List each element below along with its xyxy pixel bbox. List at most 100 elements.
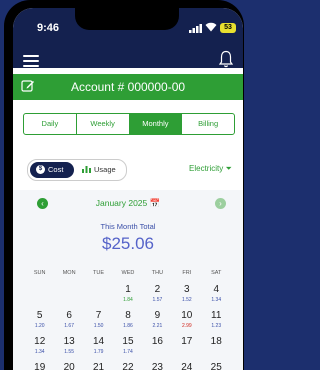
day-cost: 1.74: [123, 349, 133, 355]
calendar-day-cell[interactable]: 24: [172, 362, 201, 370]
day-number: 25: [210, 362, 222, 370]
day-number: 11: [211, 310, 222, 321]
day-cost: 2.99: [181, 323, 192, 329]
day-cost: 1.55: [64, 349, 74, 355]
day-number: 13: [63, 336, 75, 347]
calendar-day-cell[interactable]: 13 1.55: [54, 336, 83, 362]
wifi-icon: [205, 22, 217, 32]
calendar-day-cell[interactable]: 23: [143, 362, 172, 370]
day-number: 7: [95, 310, 102, 321]
month-total-value: $25.06: [102, 234, 154, 253]
calendar-day-cell[interactable]: 17: [172, 336, 201, 362]
calendar-day-cell[interactable]: 25: [202, 362, 231, 370]
calendar-week-row: 5 1.20 6 1.67 7 1.50 8 1.86 9 2.21 10 2.99 11 1.23: [25, 310, 231, 336]
day-number: 17: [181, 336, 193, 347]
tab-billing[interactable]: Billing: [182, 114, 234, 134]
day-number: 2: [154, 284, 161, 295]
day-number: 6: [66, 310, 72, 321]
weekday-label: FRI: [182, 270, 192, 276]
app-screen: 9:46 53 Account # 000000-00 Daily Weekly…: [13, 8, 243, 370]
bell-icon[interactable]: [219, 50, 233, 68]
day-cost: 1.23: [211, 323, 222, 329]
calendar-grid: 1 1.84 2 1.57 3 1.52 4 1.34 5 1.20 6 1.67 7 1.50 8 1.86…: [25, 284, 231, 370]
dollar-icon: $: [36, 164, 45, 174]
day-cost: 2.21: [152, 323, 163, 329]
tab-daily[interactable]: Daily: [24, 114, 77, 134]
day-cost: 1.20: [34, 323, 45, 329]
period-tabs: Daily Weekly Monthly Billing: [23, 113, 235, 135]
account-title[interactable]: Account # 000000-00: [13, 80, 243, 94]
day-number: 24: [181, 362, 193, 370]
day-cost: 1.52: [181, 297, 192, 303]
calendar-day-cell[interactable]: 9 2.21: [143, 310, 172, 336]
calendar-day-cell[interactable]: 16: [143, 336, 172, 362]
usage-label: Usage: [94, 165, 116, 174]
day-cost: 1.34: [211, 297, 222, 303]
calendar-day-cell[interactable]: 8 1.86: [113, 310, 142, 336]
calendar-day-cell[interactable]: 20: [54, 362, 83, 370]
calendar-day-cell[interactable]: 2 1.57: [143, 284, 172, 310]
calendar-day-cell[interactable]: 10 2.99: [172, 310, 201, 336]
day-number: 10: [181, 310, 193, 321]
weekday-label: SUN: [33, 270, 46, 276]
calendar-day-cell[interactable]: 15 1.74: [113, 336, 142, 362]
day-cost: 1.67: [64, 323, 74, 329]
month-label[interactable]: January 2025 📅: [13, 198, 243, 209]
phone-frame: 9:46 53 Account # 000000-00 Daily Weekly…: [4, 0, 244, 370]
calendar-panel: ‹ January 2025 📅 › This Month Total $25.…: [13, 190, 243, 370]
cost-label: Cost: [48, 165, 64, 174]
calendar-day-cell[interactable]: 4 1.34: [202, 284, 231, 310]
day-number: 21: [92, 362, 105, 370]
cost-usage-toggle: $ Cost Usage: [27, 159, 127, 181]
weekday-header: SUN MON TUE WED THU FRI SAT: [25, 270, 231, 276]
calendar-day-cell[interactable]: 5 1.20: [25, 310, 54, 336]
device-notch: [75, 8, 179, 30]
calendar-icon: 📅: [149, 198, 161, 208]
month-nav: ‹ January 2025 📅 ›: [13, 198, 243, 212]
weekday-label: THU: [151, 270, 164, 276]
utility-dropdown[interactable]: Electricity ⏷: [189, 164, 232, 174]
cost-toggle-button[interactable]: $ Cost: [30, 162, 74, 178]
battery-icon: 53: [220, 23, 236, 33]
calendar-day-cell: [84, 284, 113, 310]
day-number: 23: [151, 362, 163, 370]
calendar-day-cell[interactable]: 7 1.50: [84, 310, 113, 336]
day-number: 19: [34, 362, 46, 370]
calendar-day-cell[interactable]: 18: [202, 336, 231, 362]
day-number: 3: [184, 284, 190, 295]
weekday-label: WED: [121, 270, 135, 276]
calendar-day-cell: [25, 284, 54, 310]
next-month-button[interactable]: ›: [215, 198, 226, 209]
calendar-day-cell[interactable]: 22: [113, 362, 142, 370]
usage-toggle-button[interactable]: Usage: [78, 162, 124, 178]
calendar-day-cell[interactable]: 3 1.52: [172, 284, 201, 310]
day-number: 9: [154, 310, 161, 321]
calendar-day-cell[interactable]: 6 1.67: [54, 310, 83, 336]
day-number: 5: [36, 310, 43, 321]
calendar-day-cell[interactable]: 14 1.79: [84, 336, 113, 362]
calendar-day-cell: [54, 284, 83, 310]
day-number: 18: [210, 336, 222, 347]
calendar-day-cell[interactable]: 21: [84, 362, 113, 370]
day-number: 8: [125, 310, 131, 321]
day-number: 16: [151, 336, 163, 347]
day-number: 1: [125, 284, 131, 295]
app-header: 9:46 53: [13, 8, 243, 68]
month-text: January 2025: [95, 198, 148, 208]
hamburger-icon[interactable]: [23, 55, 39, 67]
calendar-day-cell[interactable]: 19: [25, 362, 54, 370]
day-number: 22: [122, 362, 134, 370]
weekday-label: SAT: [211, 270, 222, 276]
calendar-day-cell[interactable]: 12 1.34: [25, 336, 54, 362]
day-cost: 1.79: [93, 349, 104, 355]
day-number: 4: [213, 284, 220, 295]
calendar-day-cell[interactable]: 11 1.23: [202, 310, 231, 336]
calendar-day-cell[interactable]: 1 1.84: [113, 284, 142, 310]
tab-weekly[interactable]: Weekly: [77, 114, 130, 134]
bar-chart-icon: [82, 166, 91, 174]
status-time: 9:46: [37, 22, 60, 34]
tab-monthly[interactable]: Monthly: [129, 114, 183, 134]
day-number: 15: [122, 336, 134, 347]
day-cost: 1.84: [123, 297, 133, 303]
day-number: 12: [34, 336, 46, 347]
